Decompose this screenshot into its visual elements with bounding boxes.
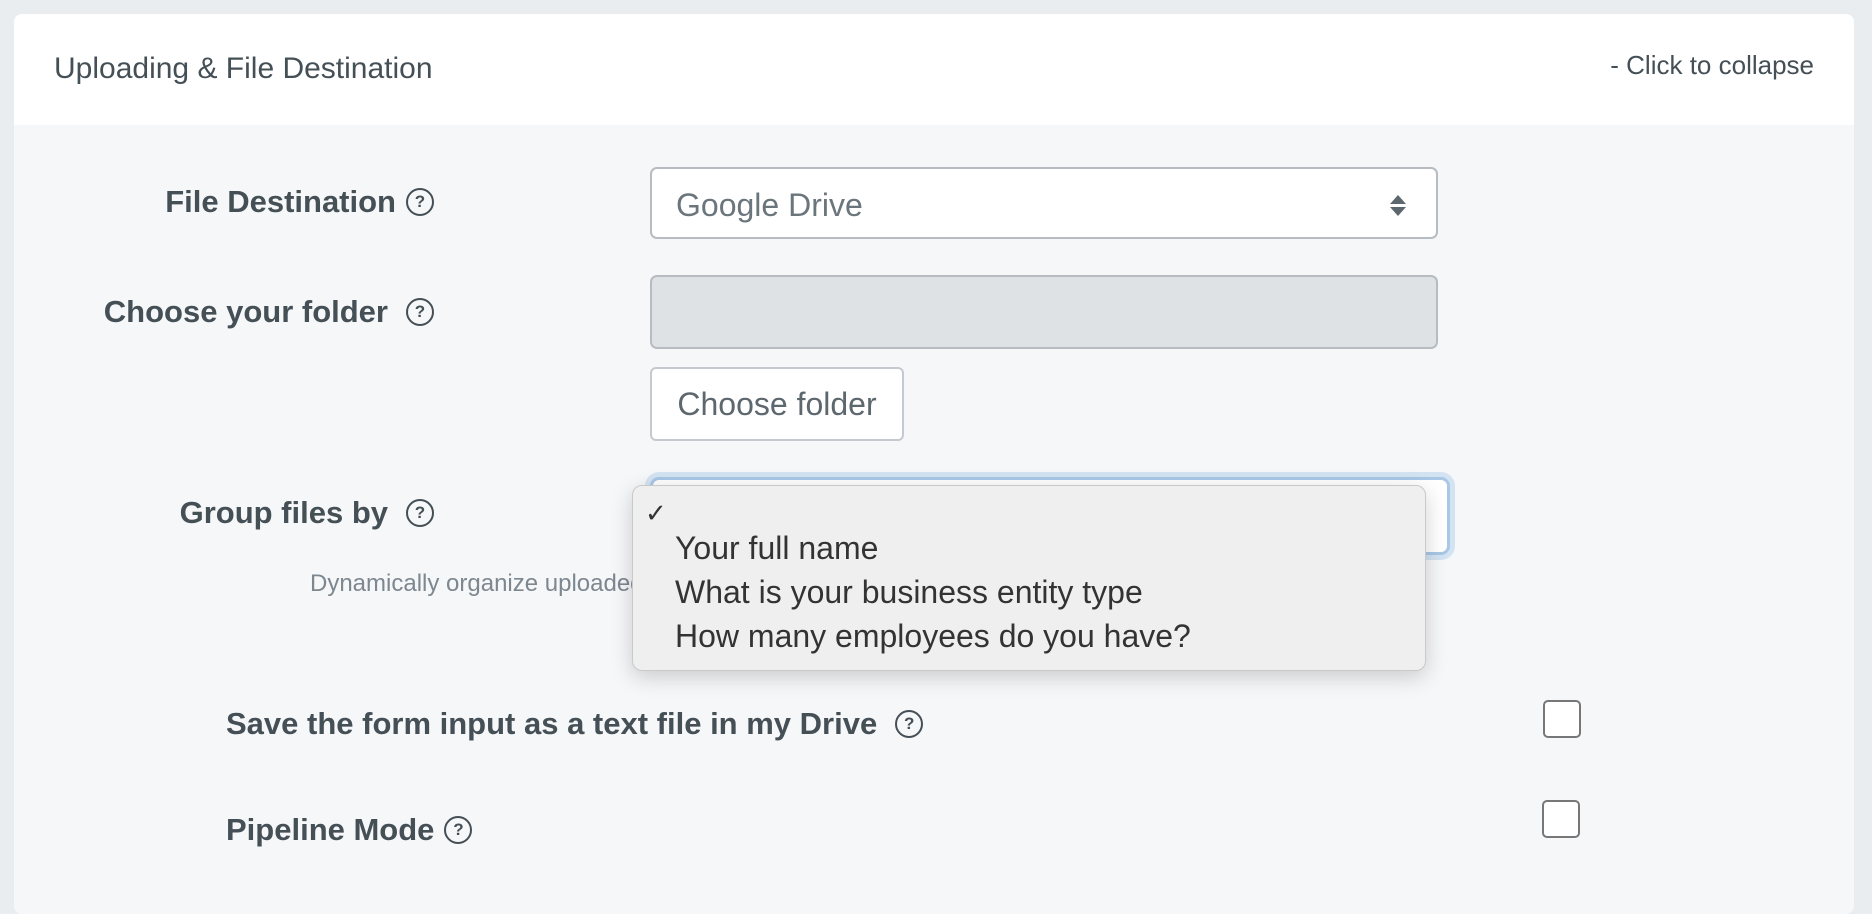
save-text-file-label: Save the form input as a text file in my… (226, 706, 924, 742)
question-circle-icon[interactable]: ? (406, 188, 434, 216)
select-arrows-icon (1390, 195, 1406, 217)
file-destination-label: File Destination ? (165, 184, 434, 220)
question-circle-icon[interactable]: ? (406, 499, 434, 527)
dropdown-option[interactable]: Your full name (675, 530, 878, 567)
question-circle-icon[interactable]: ? (444, 816, 473, 844)
question-circle-icon[interactable]: ? (895, 710, 924, 738)
collapse-toggle[interactable]: - Click to collapse (1610, 50, 1814, 81)
dropdown-option[interactable]: How many employees do you have? (675, 618, 1191, 655)
choose-folder-label: Choose your folder ? (104, 294, 434, 330)
dropdown-option[interactable]: What is your business entity type (675, 574, 1143, 611)
question-circle-icon[interactable]: ? (406, 298, 434, 326)
save-text-file-checkbox[interactable] (1543, 700, 1581, 738)
choose-folder-button[interactable]: Choose folder (650, 367, 904, 441)
panel-title: Uploading & File Destination (54, 52, 433, 85)
uploading-panel: Uploading & File Destination - Click to … (14, 14, 1854, 914)
file-destination-select[interactable]: Google Drive (650, 167, 1438, 239)
check-icon: ✓ (645, 498, 667, 528)
group-files-dropdown[interactable]: ✓ Your full name What is your business e… (632, 485, 1426, 671)
pipeline-mode-label: Pipeline Mode ? (226, 812, 473, 848)
pipeline-mode-checkbox[interactable] (1542, 800, 1580, 838)
folder-input (650, 275, 1438, 349)
panel-header[interactable]: Uploading & File Destination - Click to … (14, 14, 1854, 125)
group-files-by-label: Group files by ? (180, 495, 434, 531)
